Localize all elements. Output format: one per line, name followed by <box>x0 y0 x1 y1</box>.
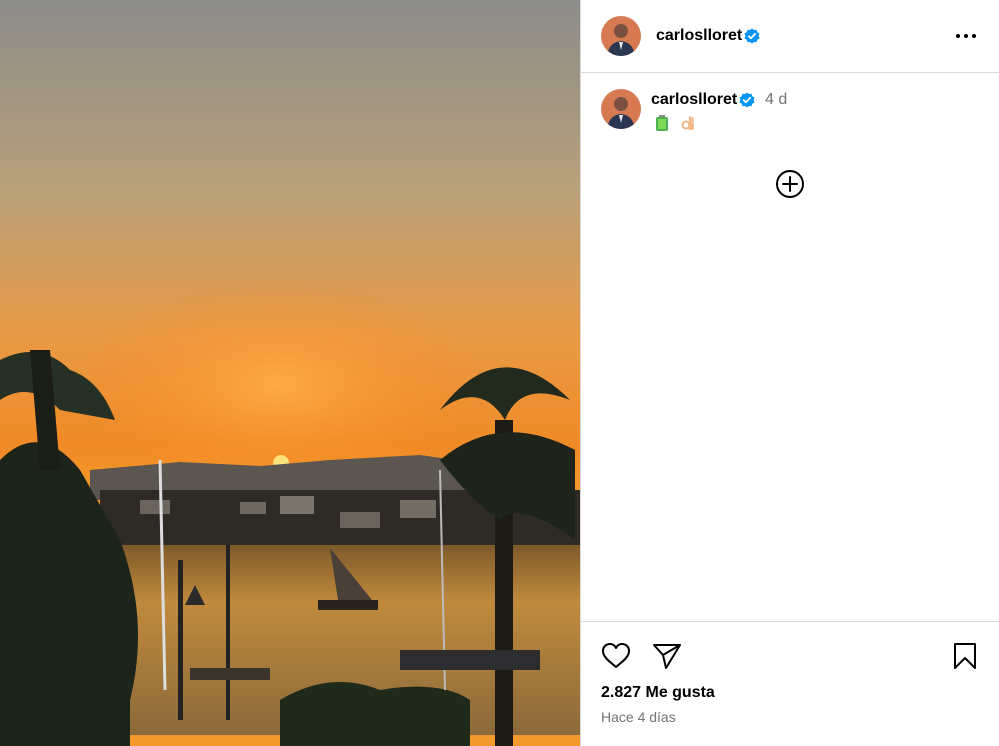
more-options-button[interactable] <box>951 24 981 48</box>
author-username[interactable]: carloslloret <box>656 27 742 45</box>
verified-badge-icon <box>739 92 755 108</box>
paper-plane-icon[interactable] <box>652 642 682 670</box>
caption-username[interactable]: carloslloret <box>651 91 737 109</box>
profile-photo <box>601 16 641 56</box>
post-photo[interactable] <box>0 0 580 746</box>
caption-avatar[interactable] <box>601 89 641 129</box>
sunset-nile-image <box>0 0 580 746</box>
author-avatar[interactable] <box>601 16 641 56</box>
post-actions-section: 2.827 Me gusta Hace 4 días <box>581 621 999 746</box>
post-header: carloslloret <box>581 0 999 73</box>
likes-count[interactable]: 2.827 Me gusta <box>601 684 715 702</box>
more-options-icon <box>956 34 960 38</box>
plus-circle-icon[interactable] <box>775 169 805 199</box>
ok-hand-emoji-icon <box>681 116 694 130</box>
post-details-panel: carloslloret carloslloret 4 d 2.827 Me g… <box>580 0 999 746</box>
profile-photo <box>601 89 641 129</box>
caption-text <box>655 115 695 131</box>
bookmark-icon[interactable] <box>952 642 978 670</box>
caption-timestamp[interactable]: 4 d <box>765 91 787 109</box>
verified-badge-icon <box>744 28 760 44</box>
heart-icon[interactable] <box>601 642 631 670</box>
battery-emoji-icon <box>656 115 668 131</box>
post-timestamp[interactable]: Hace 4 días <box>601 709 676 725</box>
